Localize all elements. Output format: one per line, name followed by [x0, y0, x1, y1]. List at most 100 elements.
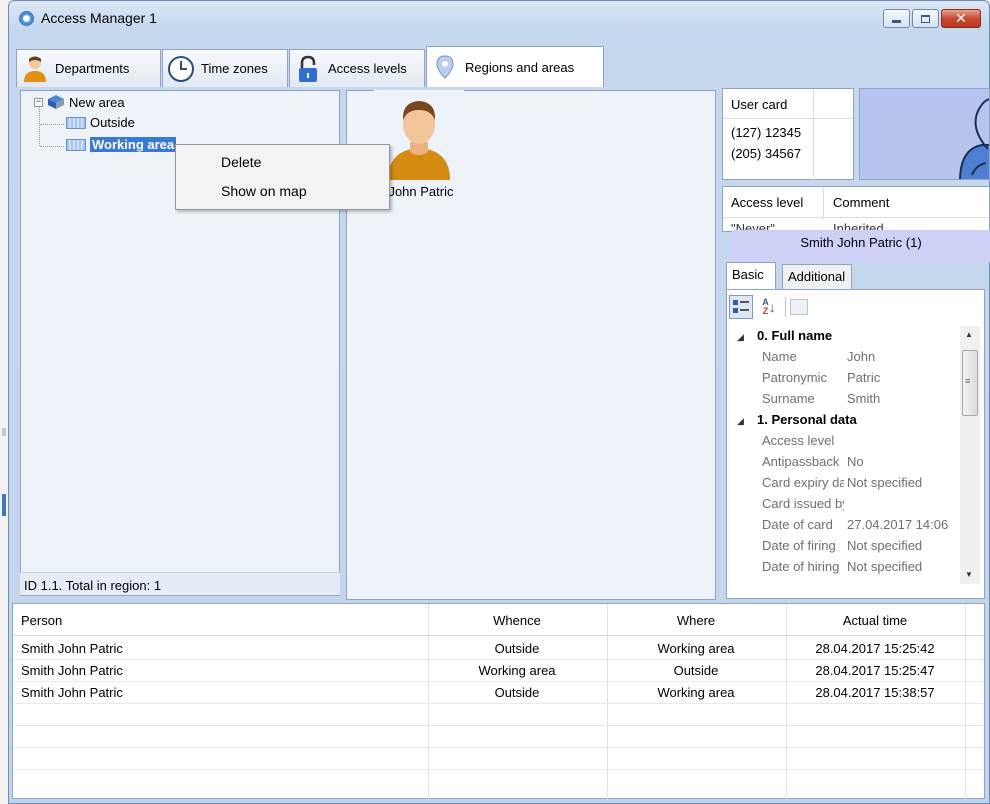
- property-grid: ◢ 0. Full name Name John Patronymic Patric …: [727, 326, 960, 598]
- tree-node-label-selected: Working area: [90, 137, 177, 152]
- maximize-button[interactable]: [912, 9, 939, 28]
- row-divider: [13, 747, 984, 748]
- property-toolbar: AZ ↓: [729, 294, 808, 320]
- tree-connector: [39, 106, 40, 146]
- tab-regions-and-areas[interactable]: Regions and areas: [426, 46, 604, 87]
- desktop-mark: [2, 428, 6, 436]
- tree-node-label: Outside: [90, 115, 135, 130]
- whence-cell: Working area: [478, 663, 556, 678]
- property-name: Date of hiring: [762, 559, 840, 574]
- category-full-name[interactable]: ◢ 0. Full name: [727, 328, 832, 349]
- category-title: 0. Full name: [757, 328, 833, 343]
- tree-node-outside[interactable]: Outside: [66, 115, 135, 130]
- property-grid-panel: AZ ↓ ◢ 0. Full name Name John Patronymic Pa…: [726, 289, 985, 599]
- category-personal-data[interactable]: ◢ 1. Personal data: [727, 412, 857, 433]
- scroll-up-icon[interactable]: ▲: [965, 330, 973, 339]
- title-bar[interactable]: Access Manager 1 ✕: [9, 1, 989, 35]
- row-divider: [13, 769, 984, 770]
- person-icon: [21, 55, 49, 83]
- property-name: Date of firing: [762, 538, 836, 553]
- clock-icon: [167, 55, 195, 83]
- property-name: Card issued by: [762, 496, 844, 511]
- tab-label: Access levels: [328, 61, 407, 76]
- desktop-edge: [0, 0, 8, 804]
- property-value: Not specified: [847, 559, 923, 574]
- properties-header: Smith John Patric (1): [732, 230, 990, 262]
- property-name: Card expiry date: [762, 475, 844, 490]
- tree-connector: [40, 124, 64, 125]
- scroll-down-icon[interactable]: ▼: [965, 570, 973, 579]
- desktop-mark-blue: [2, 494, 6, 516]
- tree-node-working-area[interactable]: Working area: [66, 137, 177, 152]
- area-icon: [66, 116, 86, 129]
- property-value: Smith: [847, 391, 881, 406]
- person-cell: Smith John Patric: [21, 641, 123, 656]
- event-row[interactable]: Smith John Patric Outside Working area 2…: [13, 685, 984, 707]
- sort-alphabetical-button[interactable]: AZ ↓: [757, 295, 781, 319]
- person-cell: Smith John Patric: [21, 663, 123, 678]
- property-value: Not specified: [847, 538, 923, 553]
- map-pin-icon: [431, 53, 459, 81]
- where-cell: Working area: [657, 685, 735, 700]
- event-row[interactable]: Smith John Patric Outside Working area 2…: [13, 641, 984, 663]
- menu-item-show-on-map[interactable]: Show on map: [221, 183, 307, 199]
- property-value: 27.04.2017 14:06: [847, 517, 949, 532]
- card-number[interactable]: (205) 34567: [731, 146, 801, 161]
- app-icon: [19, 11, 34, 26]
- whence-cell: Outside: [494, 685, 540, 700]
- context-menu: Delete Show on map: [175, 144, 390, 210]
- card-number[interactable]: (127) 12345: [731, 125, 801, 140]
- tab-label: Time zones: [201, 61, 268, 76]
- scroll-grip-icon: ≡: [965, 376, 971, 386]
- column-header-person[interactable]: Person: [21, 613, 62, 628]
- column-header-actual-time[interactable]: Actual time: [786, 613, 964, 628]
- toolbar-separator: [785, 297, 786, 317]
- property-name: Date of card: [762, 517, 833, 532]
- tree-node-new-area[interactable]: − New area: [34, 94, 125, 110]
- categorized-view-button[interactable]: [729, 295, 753, 319]
- collapse-triangle-icon[interactable]: ◢: [737, 416, 747, 427]
- sort-arrow-icon: ↓: [768, 299, 776, 315]
- property-name: Patronymic: [762, 370, 828, 385]
- collapse-triangle-icon[interactable]: ◢: [737, 332, 747, 343]
- property-value: Not specified: [847, 475, 923, 490]
- tab-departments[interactable]: Departments: [16, 49, 161, 87]
- column-header-where[interactable]: Where: [607, 613, 785, 628]
- tab-time-zones[interactable]: Time zones: [162, 49, 288, 87]
- user-photo: [859, 88, 990, 180]
- property-value: John: [847, 349, 876, 364]
- access-levels-table: Access level Comment "Never" Inherited: [722, 186, 990, 232]
- property-name: Surname: [762, 391, 815, 406]
- close-button[interactable]: ✕: [941, 9, 981, 28]
- category-title: 1. Personal data: [757, 412, 857, 427]
- window-controls: ✕: [883, 9, 981, 28]
- column-header-comment[interactable]: Comment: [833, 195, 889, 210]
- minimize-button[interactable]: [883, 9, 910, 28]
- column-divider: [813, 89, 814, 181]
- minimize-icon: [892, 20, 901, 23]
- tab-additional[interactable]: Additional: [782, 264, 852, 289]
- tab-access-levels[interactable]: Access levels: [289, 49, 425, 87]
- tab-label: Departments: [55, 61, 130, 76]
- property-scrollbar[interactable]: ▲ ≡ ▼: [960, 326, 980, 584]
- window-title: Access Manager 1: [41, 10, 157, 26]
- user-card-table: User card (127) 12345 (205) 34567: [722, 88, 854, 181]
- where-cell: Outside: [673, 663, 719, 678]
- tab-basic[interactable]: Basic: [726, 262, 776, 289]
- property-name: Name: [762, 349, 797, 364]
- categorized-icon: [733, 300, 749, 313]
- column-divider: [823, 187, 824, 219]
- time-cell: 28.04.2017 15:25:47: [815, 663, 935, 678]
- property-name: Antipassback: [762, 454, 840, 469]
- event-row[interactable]: Smith John Patric Working area Outside 2…: [13, 663, 984, 685]
- property-name: Access level: [762, 433, 835, 448]
- maximize-icon: [921, 14, 930, 23]
- collapse-toggle[interactable]: −: [34, 97, 43, 107]
- main-tabs: Departments Time zones Access levels Reg…: [16, 46, 983, 87]
- whence-cell: Outside: [494, 641, 540, 656]
- column-header-whence[interactable]: Whence: [428, 613, 606, 628]
- column-header-access-level[interactable]: Access level: [731, 195, 803, 210]
- row-divider: [13, 725, 984, 726]
- menu-item-delete[interactable]: Delete: [221, 154, 261, 170]
- area-icon: [66, 138, 86, 151]
